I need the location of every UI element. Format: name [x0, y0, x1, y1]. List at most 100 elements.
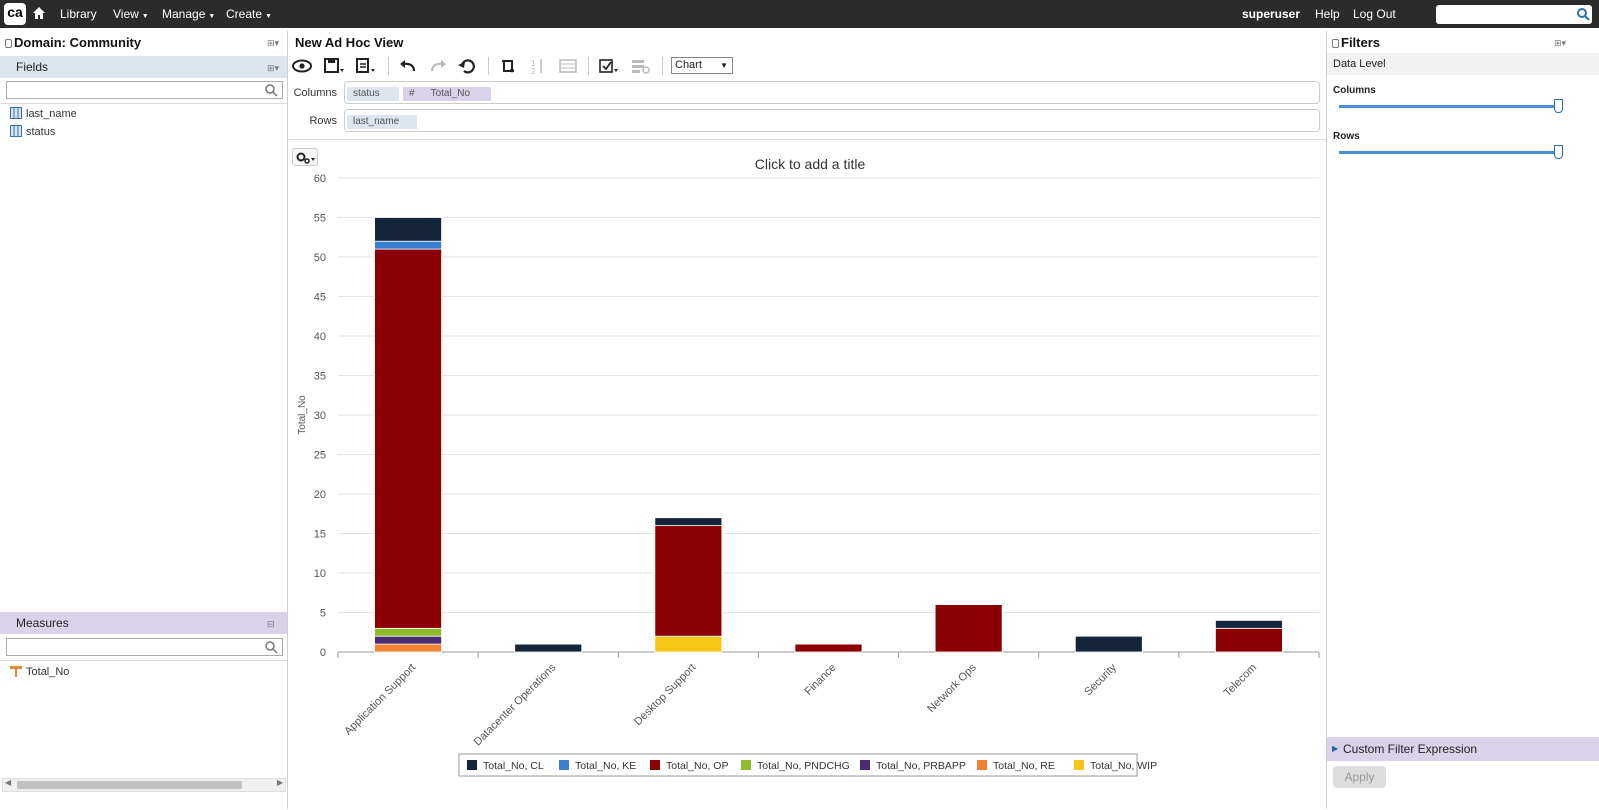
- x-tick-label: Datacenter Operations: [472, 661, 559, 748]
- y-tick-label: 60: [314, 173, 326, 185]
- bar-segment: [1215, 627, 1283, 653]
- search-icon[interactable]: [264, 83, 278, 97]
- legend-swatch: [977, 760, 987, 770]
- help-link[interactable]: Help: [1315, 7, 1340, 21]
- scrollbar-thumb[interactable]: [17, 781, 242, 789]
- filters-panel: Filters ⊞▾ Data Level Columns Rows ▶ Cus…: [1326, 31, 1599, 809]
- legend-label: Total_No, PNDCHG: [757, 760, 850, 772]
- collapse-panel-icon[interactable]: [5, 39, 12, 48]
- measures-search-input[interactable]: [6, 638, 283, 656]
- view-title: New Ad Hoc View: [295, 35, 404, 50]
- checklist-icon[interactable]: [597, 57, 619, 75]
- measure-label: Total_No: [26, 666, 70, 678]
- home-icon[interactable]: [32, 6, 46, 20]
- bar-segment: [374, 217, 442, 242]
- collapse-panel-icon[interactable]: [1332, 39, 1339, 48]
- columns-drop-zone[interactable]: status # Total_No: [344, 81, 1320, 104]
- expand-triangle-icon: ▶: [1332, 744, 1339, 753]
- sort-icon[interactable]: 12: [527, 57, 549, 76]
- scroll-right-icon[interactable]: ▶: [277, 778, 283, 787]
- preview-eye-icon[interactable]: [291, 57, 313, 75]
- data-source-panel: Domain: Community ⊞▾ Fields ⊞▾ last_name…: [0, 31, 288, 809]
- x-tick-label: Application Support: [342, 662, 418, 738]
- data-level-header: Data Level: [1327, 53, 1599, 75]
- measures-label: Measures: [16, 616, 69, 630]
- field-label: last_name: [26, 108, 77, 120]
- undo-icon[interactable]: [397, 57, 419, 75]
- y-tick-label: 25: [314, 450, 326, 462]
- export-icon[interactable]: [355, 57, 377, 75]
- horizontal-scrollbar[interactable]: ◀ ▶: [2, 778, 286, 792]
- global-search-input[interactable]: [1436, 5, 1592, 24]
- scroll-left-icon[interactable]: ◀: [5, 778, 11, 787]
- user-name[interactable]: superuser: [1242, 7, 1300, 21]
- view-type-select[interactable]: Chart ▼: [671, 57, 733, 74]
- bar-segment: [374, 240, 442, 250]
- columns-label: Columns: [293, 87, 337, 99]
- measures-menu-icon[interactable]: ⊟: [267, 619, 279, 629]
- save-icon[interactable]: [323, 57, 345, 75]
- fields-section-header: Fields: [0, 56, 287, 78]
- field-item-status[interactable]: status: [10, 124, 55, 140]
- bar-segment: [794, 643, 863, 653]
- chevron-down-icon: ▼: [141, 13, 149, 20]
- apply-button[interactable]: Apply: [1333, 766, 1386, 788]
- table-layout-icon[interactable]: [557, 57, 579, 75]
- nav-library[interactable]: Library: [60, 7, 97, 21]
- column-pill-total-no[interactable]: # Total_No: [403, 87, 491, 101]
- panel-menu-icon[interactable]: ⊞▾: [1554, 38, 1566, 48]
- chevron-down-icon: ▼: [265, 13, 272, 20]
- rows-level-slider[interactable]: [1339, 151, 1559, 154]
- y-tick-label: 45: [314, 292, 326, 304]
- divider: [0, 103, 287, 104]
- undo-all-icon[interactable]: [456, 57, 478, 75]
- y-tick-label: 5: [320, 608, 326, 620]
- nav-manage[interactable]: Manage ▼: [162, 7, 215, 21]
- y-tick-label: 50: [314, 252, 326, 264]
- redo-icon[interactable]: [427, 57, 449, 75]
- switch-axes-icon[interactable]: [497, 57, 519, 75]
- y-tick-label: 0: [320, 647, 326, 659]
- custom-filter-expression-toggle[interactable]: ▶ Custom Filter Expression: [1327, 737, 1599, 761]
- chevron-down-icon: ▼: [720, 61, 728, 70]
- measure-item-total-no[interactable]: Total_No: [10, 664, 69, 680]
- rows-drop-zone[interactable]: last_name: [344, 109, 1320, 132]
- legend-swatch: [650, 760, 660, 770]
- fields-menu-icon[interactable]: ⊞▾: [267, 63, 279, 73]
- columns-level-slider[interactable]: [1339, 105, 1559, 108]
- field-item-last-name[interactable]: last_name: [10, 106, 77, 122]
- search-icon[interactable]: [1576, 7, 1590, 21]
- logout-link[interactable]: Log Out: [1353, 7, 1396, 21]
- panel-menu-icon[interactable]: ⊞▾: [267, 38, 279, 48]
- filters-title: Filters: [1341, 35, 1381, 50]
- nav-view[interactable]: View ▼: [113, 7, 149, 21]
- legend-swatch: [559, 760, 569, 770]
- ca-logo[interactable]: ca: [4, 3, 26, 25]
- search-icon[interactable]: [264, 640, 278, 654]
- measures-section-header: Measures: [0, 612, 287, 634]
- toolbar-separator: [488, 57, 489, 75]
- nav-view-label: View: [113, 7, 139, 21]
- column-pill-status[interactable]: status: [347, 87, 399, 101]
- adhoc-view-panel: New Ad Hoc View 12 Chart ▼ Columns statu…: [289, 31, 1331, 809]
- x-tick-label: Network Ops: [925, 661, 979, 715]
- toolbar-separator: [588, 57, 589, 75]
- legend-label: Total_No, RE: [993, 760, 1055, 772]
- bar-segment: [654, 517, 723, 527]
- legend-label: Total_No, WIP: [1090, 760, 1157, 772]
- measure-hash-icon: #: [409, 88, 415, 99]
- y-tick-label: 35: [314, 371, 326, 383]
- dimension-field-icon: [10, 125, 22, 137]
- fields-search-input[interactable]: [6, 81, 283, 99]
- field-label: status: [26, 126, 56, 138]
- y-tick-label: 10: [314, 568, 326, 580]
- columns-slider-handle[interactable]: [1554, 99, 1563, 113]
- nav-manage-label: Manage: [162, 7, 206, 21]
- rows-slider-handle[interactable]: [1554, 145, 1563, 159]
- chart-area: Click to add a title 0 5 10 15 20 25 30 35 40 45 5…: [289, 139, 1331, 809]
- data-options-icon[interactable]: [629, 57, 651, 75]
- x-tick-label: Security: [1082, 661, 1119, 698]
- nav-create[interactable]: Create ▼: [226, 7, 272, 21]
- x-tick-label: Desktop Support: [632, 662, 698, 728]
- row-pill-last-name[interactable]: last_name: [347, 115, 417, 129]
